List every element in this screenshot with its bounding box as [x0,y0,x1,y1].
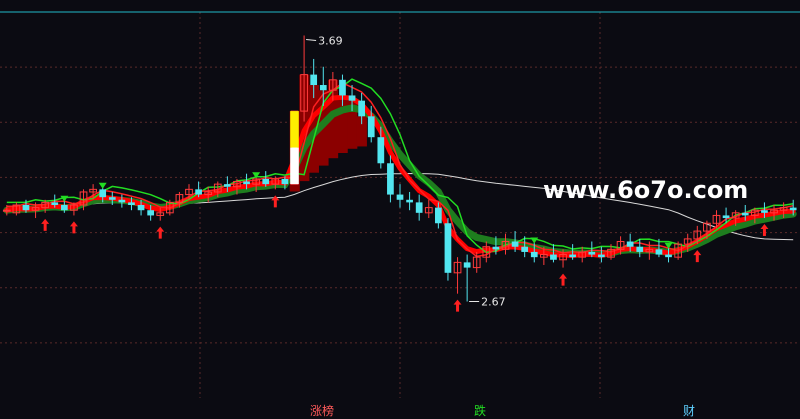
candle-body-down [444,223,452,273]
candle-body-down [377,137,385,164]
candle-body-down [118,199,126,203]
candle-body-down [262,178,270,185]
candle-body-down [147,210,155,216]
moving-average-layer [3,78,797,259]
candle-body-down [655,249,663,255]
candle-body-down [348,95,356,101]
candle-body-down [243,181,250,185]
buy-arrow-icon [156,226,165,239]
candle-body-down [367,116,375,138]
candle-body-up [2,209,11,212]
candle-body-down [665,254,672,258]
candlestick-chart: 3.69 2.67 www.6o7o.com 涨榜 跌 财 [0,11,800,418]
candle-body-down [108,197,116,200]
chart-container: 3.69 2.67 www.6o7o.com 涨榜 跌 财 [0,0,800,419]
limit-up-bar-bottom [290,147,299,185]
sell-triangle-icon [98,182,107,189]
candle-body-down [511,241,519,247]
candle-body-down [626,241,634,247]
candle-body-down [51,202,59,205]
candle-body-down [310,74,318,86]
candle-body-down [358,100,365,117]
buy-arrow-icon [69,221,78,234]
candle-body-down [195,189,202,195]
limit-up-bar-top [290,111,299,148]
candle-body-down [435,207,442,224]
candle-body-down [99,189,107,198]
bottom-tabs: 涨榜 跌 财 [310,403,695,418]
candle-body-down [319,85,327,91]
candle-body-down [387,163,394,195]
high-price-label: 3.69 [318,34,343,47]
buy-arrow-icon [693,250,702,263]
bottom-tab-rank[interactable]: 涨榜 [310,403,334,418]
candle-body-down [224,184,231,187]
candle-body-down [492,246,500,250]
sell-triangle-icon [530,237,539,244]
candle-body-down [22,205,30,211]
candle-body-down [569,254,576,258]
low-price-label: 2.67 [481,296,506,309]
watermark-text: www.6o7o.com [543,176,748,204]
bottom-tab-fall[interactable]: 跌 [474,403,486,418]
candle-body-down [789,207,797,211]
candle-body-down [521,246,529,252]
buy-arrow-icon [559,273,568,286]
candle-body-down [339,79,346,96]
buy-arrow-icon [41,218,50,231]
candle-body-down [60,205,68,211]
candle-body-down [722,215,730,219]
candle-body-down [406,199,413,203]
candle-body-down [137,205,145,211]
candle-body-down [415,202,423,213]
candle-body-down [741,212,749,216]
candle-body-down [128,202,135,205]
buy-arrow-icon [453,299,462,312]
candle-body-down [530,251,538,258]
candle-body-down [761,210,768,213]
bottom-tab-finance[interactable]: 财 [683,404,695,418]
candle-body-down [396,194,404,200]
candle-body-down [463,262,471,268]
candle-body-down [588,251,596,255]
candle-body-down [281,178,289,185]
candle-body-down [550,254,557,260]
candle-body-down [598,254,605,258]
buy-arrow-icon [760,224,769,237]
high-label-arrow [306,38,317,41]
candle-body-down [636,246,644,252]
